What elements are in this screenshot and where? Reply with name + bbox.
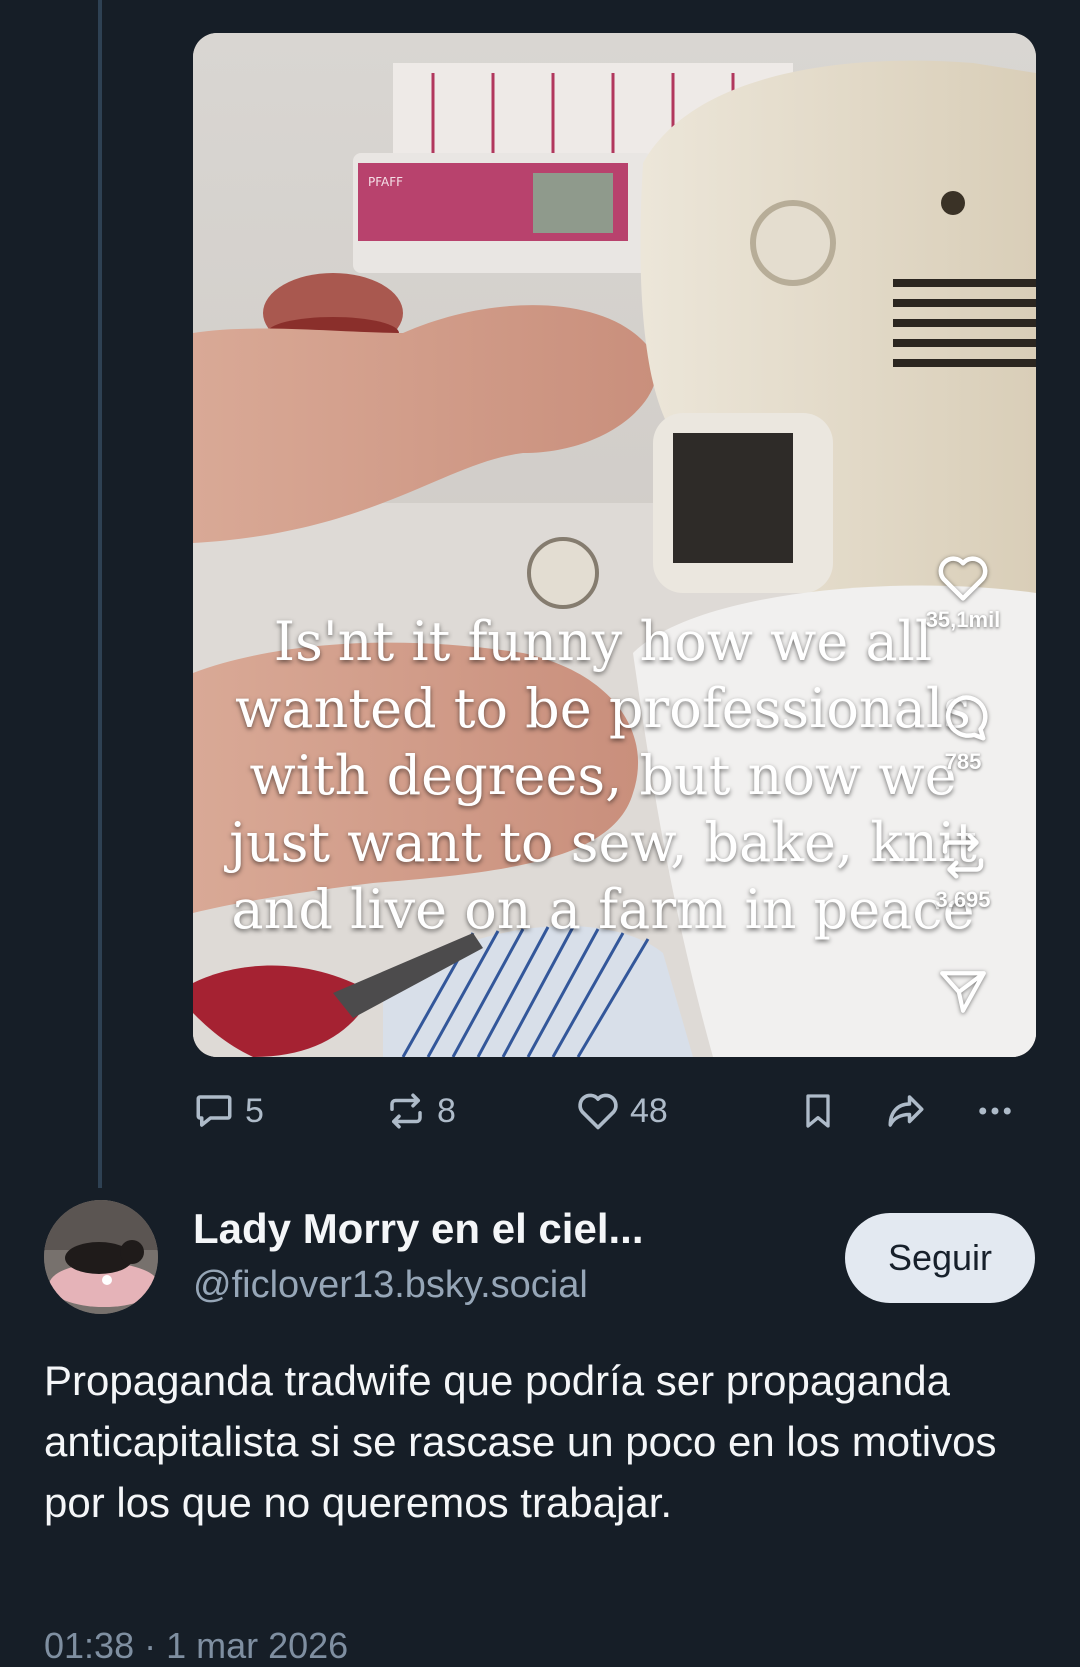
bookmark-button[interactable]: [798, 1090, 838, 1132]
video-overlay-actions: 35,1mil 785 3.695: [893, 553, 1033, 1057]
follow-button[interactable]: Seguir: [845, 1213, 1035, 1303]
repost-count: 8: [437, 1091, 456, 1130]
post-text: Propaganda tradwife que podría ser propa…: [44, 1357, 997, 1526]
tt-send-icon: [940, 971, 986, 1013]
tt-repost-icon: [942, 833, 984, 879]
avatar-image: [44, 1200, 158, 1314]
thread-line: [98, 0, 102, 1188]
post-timestamp[interactable]: 01:38 · 1 mar 2026: [44, 1625, 348, 1667]
like-count: 48: [630, 1091, 668, 1130]
reply-icon: [196, 1095, 232, 1127]
embedded-video[interactable]: PFAFF Is'nt it funny how we all wanted t…: [193, 33, 1036, 1057]
tt-like-count: 35,1mil: [925, 607, 1001, 632]
like-button[interactable]: 48: [576, 1090, 668, 1132]
avatar[interactable]: [44, 1200, 158, 1314]
tt-repost-count: 3.695: [935, 887, 991, 912]
author-handle[interactable]: @ficlover13.bsky.social: [193, 1264, 588, 1307]
repost-icon: [390, 1093, 422, 1129]
post-action-bar: 5 8 48: [193, 1090, 1033, 1142]
reply-count: 5: [245, 1091, 264, 1130]
repost-button[interactable]: 8: [385, 1090, 456, 1132]
author-name[interactable]: Lady Morry en el ciel...: [193, 1205, 644, 1253]
tt-comment: 785: [935, 691, 991, 829]
video-caption: Is'nt it funny how we all wanted to be p…: [229, 610, 977, 941]
share-button[interactable]: [883, 1090, 929, 1132]
machine-brand: PFAFF: [368, 175, 403, 189]
tt-like: 35,1mil: [925, 553, 1001, 691]
bookmark-icon: [806, 1094, 830, 1128]
tt-repost: 3.695: [935, 829, 991, 967]
tt-comment-count: 785: [944, 749, 982, 774]
share-icon: [888, 1095, 924, 1127]
tt-heart-icon: [938, 556, 988, 601]
tt-send: [937, 967, 989, 1057]
tt-comment-icon: [945, 695, 988, 741]
more-icon: [979, 1107, 1011, 1115]
reply-button[interactable]: 5: [193, 1090, 264, 1132]
heart-icon: [578, 1093, 618, 1130]
more-options-button[interactable]: [973, 1090, 1017, 1132]
